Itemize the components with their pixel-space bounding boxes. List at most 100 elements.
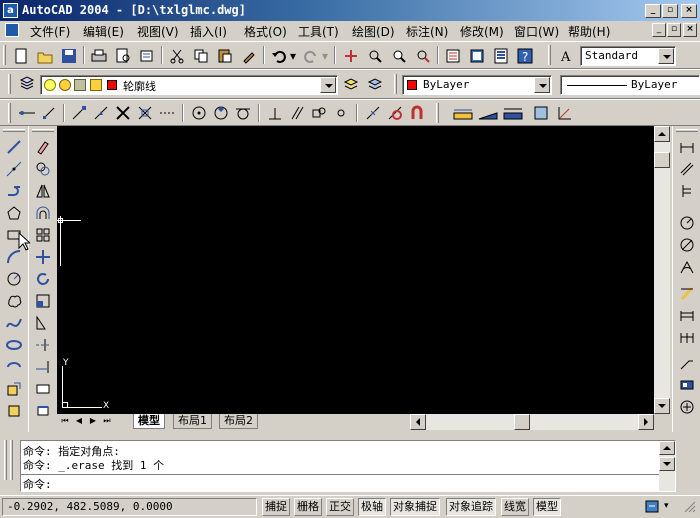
snap-toggle[interactable]: 捕捉 <box>262 498 290 516</box>
snap-center-icon[interactable] <box>188 102 210 124</box>
snap-extension-icon[interactable] <box>156 102 178 124</box>
trim-tool-icon[interactable] <box>32 334 54 356</box>
rotate-tool-icon[interactable] <box>32 268 54 290</box>
layer-previous-icon[interactable] <box>364 73 386 95</box>
menu-view[interactable]: 视图(V) <box>137 23 179 40</box>
osnap-toggle[interactable]: 对象捕捉 <box>390 498 440 516</box>
menu-dimension[interactable]: 标注(N) <box>406 23 448 40</box>
open-file-icon[interactable] <box>34 45 56 67</box>
snap-nearest-icon[interactable] <box>362 102 384 124</box>
center-mark-icon[interactable] <box>676 396 698 418</box>
vertical-scroll-thumb[interactable] <box>654 152 670 168</box>
snap-apparent-intersection-icon[interactable] <box>134 102 156 124</box>
dim-baseline-v-icon[interactable] <box>676 304 698 326</box>
layer-lock-icon[interactable] <box>74 79 86 91</box>
doc-restore-button[interactable]: ▫ <box>667 23 681 37</box>
copy-icon[interactable] <box>190 45 212 67</box>
snap-insert-icon[interactable] <box>308 102 330 124</box>
temp-track-point-icon[interactable] <box>16 102 38 124</box>
spline-tool-icon[interactable] <box>3 312 25 334</box>
break-tool-icon[interactable] <box>32 378 54 400</box>
scroll-down-icon[interactable] <box>654 398 670 414</box>
chevron-down-icon[interactable] <box>534 77 550 93</box>
zoom-previous-icon[interactable] <box>412 45 434 67</box>
ellipse-arc-icon[interactable] <box>3 356 25 378</box>
close-button[interactable]: × <box>681 4 697 18</box>
dim-baseline-icon[interactable] <box>502 102 524 124</box>
snap-tangent-icon[interactable] <box>232 102 254 124</box>
dim-continue-icon[interactable] <box>676 326 698 348</box>
scroll-up-icon[interactable] <box>654 126 670 142</box>
minimize-button[interactable]: _ <box>645 4 661 18</box>
snap-parallel-icon[interactable] <box>286 102 308 124</box>
dim-linear-icon[interactable] <box>452 102 474 124</box>
polyline-tool-icon[interactable] <box>3 180 25 202</box>
grid-toggle[interactable]: 栅格 <box>294 498 322 516</box>
tool-palettes-icon[interactable] <box>490 45 512 67</box>
menu-modify[interactable]: 修改(M) <box>460 23 504 40</box>
tab-first-icon[interactable]: ⏮ <box>59 415 71 428</box>
text-style-dropdown[interactable]: Standard <box>580 46 676 66</box>
tab-next-icon[interactable]: ▶ <box>87 415 99 428</box>
layer-dropdown[interactable]: 轮廓线 <box>40 75 338 95</box>
drawing-canvas[interactable]: Y X <box>57 126 654 414</box>
construction-line-icon[interactable] <box>3 158 25 180</box>
resize-grip-icon[interactable] <box>684 501 696 513</box>
linetype-dropdown[interactable]: ByLayer <box>560 75 700 95</box>
command-history[interactable]: 命令: 指定对角点: 命令: _.erase 找到 1 个 命令: <box>20 440 676 492</box>
cmd-scroll-down-icon[interactable] <box>659 457 675 471</box>
undo-icon[interactable] <box>268 45 290 67</box>
autocad-app-icon[interactable]: a <box>3 3 18 18</box>
plot-preview-icon[interactable] <box>112 45 134 67</box>
quick-dim-icon[interactable] <box>676 282 698 304</box>
make-layer-current-icon[interactable] <box>340 73 362 95</box>
publish-icon[interactable] <box>136 45 158 67</box>
tab-last-icon[interactable]: ⏭ <box>101 415 113 428</box>
menu-tools[interactable]: 工具(T) <box>298 23 339 40</box>
tab-layout2[interactable]: 布局2 <box>219 414 258 429</box>
match-properties-icon[interactable] <box>238 45 260 67</box>
design-center-icon[interactable] <box>466 45 488 67</box>
color-dropdown[interactable]: ByLayer <box>402 75 552 95</box>
dim-diameter-icon[interactable] <box>676 234 698 256</box>
snap-intersection-icon[interactable] <box>112 102 134 124</box>
make-block-icon[interactable] <box>3 400 25 422</box>
layer-plot-icon[interactable] <box>90 79 102 91</box>
cut-icon[interactable] <box>166 45 188 67</box>
tolerance-icon[interactable] <box>676 374 698 396</box>
model-toggle[interactable]: 模型 <box>533 498 561 516</box>
snap-quadrant-icon[interactable] <box>210 102 232 124</box>
help-icon[interactable]: ? <box>514 45 536 67</box>
print-icon[interactable] <box>88 45 110 67</box>
doc-minimize-button[interactable]: _ <box>652 23 666 37</box>
status-menu-icon[interactable]: ▾ <box>664 501 674 511</box>
menu-insert[interactable]: 插入(I) <box>190 23 227 40</box>
layer-on-icon[interactable] <box>44 79 56 91</box>
menu-file[interactable]: 文件(F) <box>30 23 70 40</box>
paste-icon[interactable] <box>214 45 236 67</box>
menu-window[interactable]: 窗口(W) <box>514 23 559 40</box>
communication-center-icon[interactable] <box>644 499 662 515</box>
snap-node-icon[interactable] <box>330 102 352 124</box>
restore-button[interactable]: ▫ <box>662 4 678 18</box>
scale-tool-icon[interactable] <box>32 290 54 312</box>
join-tool-icon[interactable] <box>32 400 54 422</box>
dim-linear-v-icon[interactable] <box>676 136 698 158</box>
menu-help[interactable]: 帮助(H) <box>568 23 610 40</box>
extend-tool-icon[interactable] <box>32 356 54 378</box>
dim-aligned-v-icon[interactable] <box>676 158 698 180</box>
snap-none-icon[interactable] <box>384 102 406 124</box>
quick-leader-icon[interactable] <box>676 352 698 374</box>
new-file-icon[interactable] <box>10 45 32 67</box>
chevron-down-icon[interactable] <box>320 77 336 93</box>
copy-object-icon[interactable] <box>32 158 54 180</box>
osnap-settings-icon[interactable] <box>406 102 428 124</box>
properties-icon[interactable] <box>442 45 464 67</box>
revision-cloud-icon[interactable] <box>3 290 25 312</box>
polygon-tool-icon[interactable] <box>3 202 25 224</box>
tab-prev-icon[interactable]: ◀ <box>73 415 85 428</box>
snap-midpoint-icon[interactable] <box>90 102 112 124</box>
ellipse-tool-icon[interactable] <box>3 334 25 356</box>
dim-ordinate-icon[interactable] <box>530 102 552 124</box>
dim-radius-icon[interactable] <box>554 102 576 124</box>
